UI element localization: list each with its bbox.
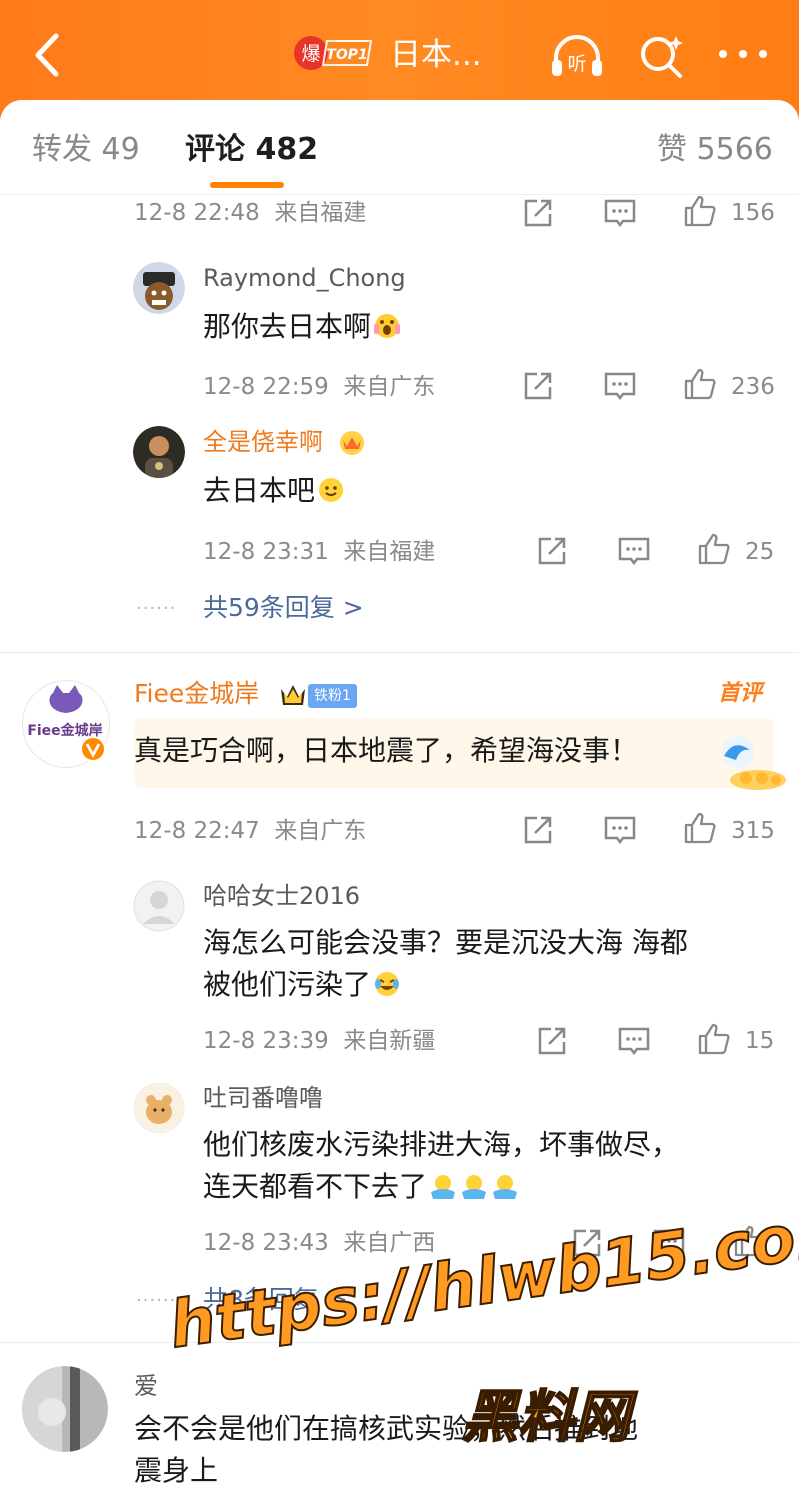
scream-emoji-icon [374,314,401,338]
comment-username[interactable]: 爱 [134,1370,158,1402]
hot-top1-badge[interactable]: 爆 TOP1 [293,35,373,71]
reply-location: 来自广东 [343,374,436,400]
search-icon[interactable] [636,30,688,80]
comment-time: 12-8 22:47 [134,818,260,844]
reply-location: 来自广西 [343,1230,436,1256]
avatar[interactable] [133,1082,185,1134]
share-icon[interactable] [521,196,555,230]
tab-comments[interactable]: 评论 482 [185,130,318,170]
avatar[interactable] [133,262,185,314]
comment-icon[interactable] [603,196,637,230]
watermark-site: 黑料网 [461,1384,631,1451]
verified-badge-icon [80,736,106,762]
reply-meta: 12-8 22:59 来自广东 [203,372,435,402]
topic-title[interactable]: 日本... [390,36,482,74]
reply-text-line: 海怎么可能会没事？要是沉没大海 海都 [203,926,688,959]
reply-username[interactable]: Raymond_Chong [203,262,406,294]
share-icon[interactable] [535,1024,569,1058]
comment-icon[interactable] [617,1024,651,1058]
comment-divider [0,1342,799,1343]
reply-text: 去日本吧 [203,470,345,512]
like-count: 15 [745,1028,775,1054]
like-icon[interactable] [683,194,717,228]
like-count: 156 [731,200,775,226]
reply-time: 12-8 23:43 [203,1230,329,1256]
reply-text-content: 连天都看不下去了 [203,1170,428,1203]
reply-time: 12-8 23:31 [203,539,329,565]
reply-username[interactable]: 吐司番噜噜 [203,1082,323,1114]
comment-location: 来自福建 [274,200,367,226]
like-count: 25 [745,539,775,565]
listen-label: 听 [567,53,586,75]
reply-username-text: 全是侥幸啊 [203,428,323,456]
reply-time: 12-8 23:39 [203,1028,329,1054]
tabs-divider [0,194,799,195]
reply-text-line: 他们核废水污染排进大海，坏事做尽， [203,1128,680,1161]
comment-icon[interactable] [617,534,651,568]
like-icon[interactable] [697,532,731,566]
vip-crown-icon [339,431,364,455]
tab-likes[interactable]: 赞 5566 [657,130,773,170]
reply-text-content: 那你去日本啊 [203,310,372,343]
reply-location: 来自福建 [343,539,436,565]
comment-icon[interactable] [603,813,637,847]
reply-text-content: 去日本吧 [203,474,316,507]
reply-text-content: 被他们污染了 [203,968,372,1001]
reply-meta: 12-8 23:39 来自新疆 [203,1026,435,1056]
first-comment-tag: 首评 [718,681,763,706]
laugh-cry-emoji-icon [375,972,400,996]
reply-text: 连天都看不下去了 [203,1166,519,1208]
replies-dots: ······ [136,598,177,619]
avatar[interactable] [133,426,185,478]
like-icon[interactable] [697,1022,731,1056]
reply-meta: 12-8 23:43 来自广西 [203,1228,435,1258]
hot-badge-char: 爆 [301,43,320,65]
reply-location: 来自新疆 [343,1028,436,1054]
comment-meta: 12-8 22:48 来自福建 [134,198,366,228]
fan-crown-icon [281,685,305,705]
reply-username[interactable]: 哈哈女士2016 [203,880,360,912]
more-replies-link[interactable]: 共59条回复 > [203,592,364,624]
like-count: 236 [731,374,775,400]
comment-icon[interactable] [603,369,637,403]
smile-emoji-icon [319,478,344,502]
decoration-sticker-icon [722,736,786,790]
comment-text: 真是巧合啊，日本地震了，希望海没事！ [134,734,639,767]
share-icon[interactable] [535,534,569,568]
reply-text: 被他们污染了 [203,964,401,1006]
comment-divider [0,652,799,653]
reply-meta: 12-8 23:31 来自福建 [203,537,435,567]
listen-headphones-icon[interactable]: 听 [548,30,606,80]
reply-time: 12-8 22:59 [203,374,329,400]
share-icon[interactable] [521,369,555,403]
comment-username[interactable]: Fiee金城岸 [134,678,259,710]
like-icon[interactable] [683,811,717,845]
reply-text: 那你去日本啊 [203,306,401,348]
avatar[interactable] [22,1366,108,1452]
reply-username[interactable]: 全是侥幸啊 [203,426,367,458]
shrug-emoji-icon [431,1175,518,1199]
share-icon[interactable] [521,813,555,847]
back-arrow-icon[interactable] [28,30,68,80]
active-tab-indicator [210,182,284,188]
more-options-icon[interactable] [717,44,769,64]
comment-text-line: 震身上 [134,1454,219,1487]
tab-reposts[interactable]: 转发 49 [32,130,140,170]
hot-badge-rank: TOP1 [326,47,367,63]
like-icon[interactable] [683,367,717,401]
comment-meta: 12-8 22:47 来自广东 [134,816,366,846]
fan-level-badge: 铁粉1 [308,684,357,708]
comment-location: 来自广东 [274,818,367,844]
avatar[interactable] [133,880,185,932]
like-count: 315 [731,818,775,844]
comment-time: 12-8 22:48 [134,200,260,226]
